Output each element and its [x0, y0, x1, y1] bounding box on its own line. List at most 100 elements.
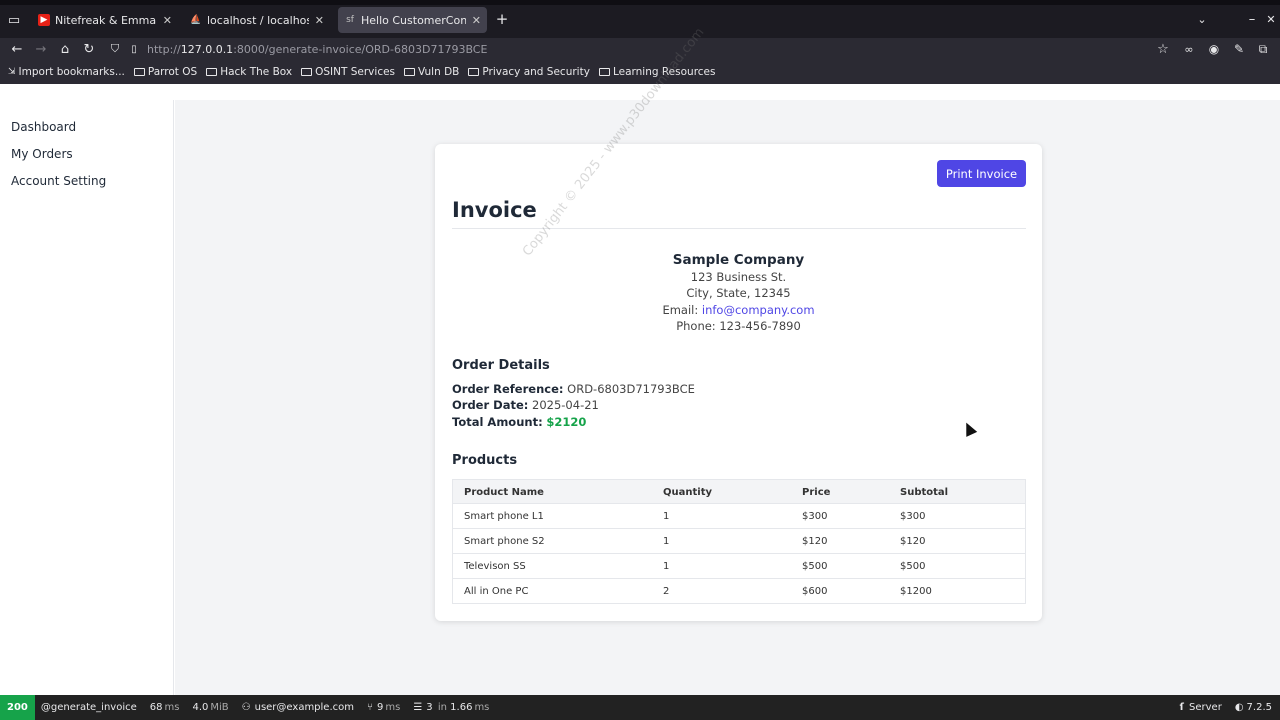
product-subtotal: $1200: [900, 586, 932, 597]
bookmark-hack-the-box[interactable]: Hack The Box: [206, 66, 292, 78]
tab-title: Hello CustomerControlle: [361, 13, 466, 27]
total-label: Total Amount:: [452, 414, 543, 429]
folder-icon: [468, 68, 480, 76]
tab-title: localhost / localhost / sho: [207, 13, 309, 27]
column-header: Subtotal: [900, 487, 949, 498]
order-date-value: 2025-04-21: [532, 398, 599, 413]
page-content: Dashboard My Orders Account Setting Prin…: [0, 84, 1280, 695]
request-time[interactable]: 68 ms: [150, 702, 180, 713]
product-quantity: 1: [663, 561, 670, 572]
route-name[interactable]: @generate_invoice: [41, 702, 137, 713]
company-email-link[interactable]: info@company.com: [702, 303, 815, 317]
order-details: Order Reference: ORD-6803D71793BCE Order…: [452, 381, 695, 430]
order-date-line: Order Date: 2025-04-21: [452, 397, 695, 413]
list-tabs-icon[interactable]: ⌄: [1194, 11, 1210, 27]
shield-icon[interactable]: ⛉: [108, 41, 122, 57]
extensions-icon[interactable]: ⧉: [1255, 41, 1271, 57]
tools-icon[interactable]: ✎: [1231, 41, 1247, 57]
db-query-count: 3: [426, 702, 433, 713]
close-tab-icon[interactable]: ✕: [163, 14, 172, 27]
twig-time[interactable]: ⑂ 9 ms: [367, 702, 400, 713]
sidebar-item-my-orders[interactable]: My Orders: [11, 147, 73, 161]
product-price: $600: [802, 586, 828, 597]
total-amount-line: Total Amount: $2120: [452, 414, 695, 430]
table-row: All in One PC 2 $600 $1200: [452, 579, 1026, 604]
invoice-title: Invoice: [452, 198, 537, 222]
time-unit: ms: [164, 702, 180, 713]
status-badge[interactable]: 200: [0, 695, 35, 720]
browser-nav-bar: ← → ⌂ ↻ ⛉ ▯ http://127.0.0.1:8000/genera…: [0, 38, 1280, 60]
symfony-logo-icon: ◐: [1234, 702, 1244, 713]
db-time-value: 1.66: [450, 702, 473, 713]
bookmark-star-icon[interactable]: ☆: [1155, 41, 1171, 57]
order-reference-line: Order Reference: ORD-6803D71793BCE: [452, 381, 695, 397]
bookmark-label: Learning Resources: [612, 66, 716, 78]
main-area: Print Invoice Invoice Sample Company 123…: [175, 100, 1280, 695]
print-invoice-button[interactable]: Print Invoice: [937, 160, 1026, 187]
product-subtotal: $120: [900, 536, 926, 547]
bookmark-import[interactable]: ⇲ Import bookmarks...: [8, 66, 125, 78]
folder-icon: [133, 68, 145, 76]
user-email: user@example.com: [254, 702, 354, 713]
account-icon[interactable]: ◉: [1206, 41, 1222, 57]
minimize-icon[interactable]: –: [1245, 11, 1259, 27]
company-street: 123 Business St.: [690, 270, 787, 284]
bookmark-osint-services[interactable]: OSINT Services: [301, 66, 395, 78]
close-tab-icon[interactable]: ✕: [472, 14, 481, 27]
url-scheme: http://: [147, 42, 181, 56]
page-info-icon[interactable]: ▯: [128, 41, 140, 57]
bookmark-label: Parrot OS: [147, 66, 198, 78]
youtube-icon: ▶: [38, 14, 50, 26]
import-icon: ⇲: [8, 67, 16, 77]
products-table: Product Name Quantity Price Subtotal Sma…: [452, 479, 1026, 604]
table-row: Smart phone S2 1 $120 $120: [452, 529, 1026, 554]
bookmark-vuln-db[interactable]: Vuln DB: [404, 66, 459, 78]
forward-icon[interactable]: →: [33, 41, 49, 57]
reload-icon[interactable]: ↻: [81, 41, 97, 57]
symfony-version[interactable]: ◐ 7.2.5: [1235, 702, 1272, 713]
new-tab-icon[interactable]: +: [494, 10, 510, 28]
product-quantity: 2: [663, 586, 670, 597]
mask-icon[interactable]: ∞: [1181, 41, 1197, 57]
url-host: 127.0.0.1: [180, 42, 234, 56]
bookmark-parrot-os[interactable]: Parrot OS: [133, 66, 198, 78]
product-name: All in One PC: [464, 586, 529, 597]
product-subtotal: $500: [900, 561, 926, 572]
tab-customer-controller[interactable]: sf Hello CustomerControlle ✕: [338, 7, 487, 33]
total-amount-value: $2120: [546, 414, 587, 429]
home-icon[interactable]: ⌂: [57, 41, 73, 57]
time-value: 68: [149, 702, 163, 713]
bookmark-privacy-security[interactable]: Privacy and Security: [468, 66, 590, 78]
security-user[interactable]: ⚇ user@example.com: [242, 702, 354, 713]
tab-phpmyadmin[interactable]: ⛵ localhost / localhost / sho ✕: [184, 8, 330, 32]
folder-icon: [404, 68, 416, 76]
folder-icon: [301, 68, 313, 76]
company-info: Sample Company 123 Business St. City, St…: [435, 251, 1042, 334]
sidebar-item-dashboard[interactable]: Dashboard: [11, 120, 76, 134]
folder-icon: [206, 68, 218, 76]
tab-youtube[interactable]: ▶ Nitefreak & Emmanuel Ja ✕: [32, 8, 178, 32]
url-bar[interactable]: http://127.0.0.1:8000/generate-invoice/O…: [147, 38, 1147, 60]
server-label: Server: [1189, 702, 1222, 713]
column-header: Price: [802, 487, 831, 498]
memory-unit: MiB: [210, 702, 229, 713]
close-window-icon[interactable]: ✕: [1264, 11, 1278, 27]
memory-value: 4.0: [192, 702, 209, 713]
sidebar-item-account-setting[interactable]: Account Setting: [11, 174, 106, 188]
back-icon[interactable]: ←: [9, 41, 25, 57]
bookmark-label: Vuln DB: [418, 66, 460, 78]
url-path: :8000/generate-invoice/ORD-6803D71793BCE: [233, 42, 488, 56]
company-email-line: Email: info@company.com: [435, 302, 1042, 318]
sidebar-toggle-icon[interactable]: ▭: [6, 12, 22, 28]
tab-title: Nitefreak & Emmanuel Ja: [55, 13, 157, 27]
bookmark-learning-resources[interactable]: Learning Resources: [598, 66, 716, 78]
product-name: Smart phone L1: [464, 511, 544, 522]
os-top-panel: [0, 0, 1280, 5]
memory-usage[interactable]: 4.0 MiB: [192, 702, 228, 713]
product-price: $300: [802, 511, 828, 522]
product-price: $500: [802, 561, 828, 572]
doctrine-queries[interactable]: ☰ 3 in 1.66 ms: [413, 702, 489, 713]
server-info[interactable]: ſ Server: [1180, 702, 1222, 713]
close-tab-icon[interactable]: ✕: [315, 14, 324, 27]
product-name: Televison SS: [464, 561, 526, 572]
